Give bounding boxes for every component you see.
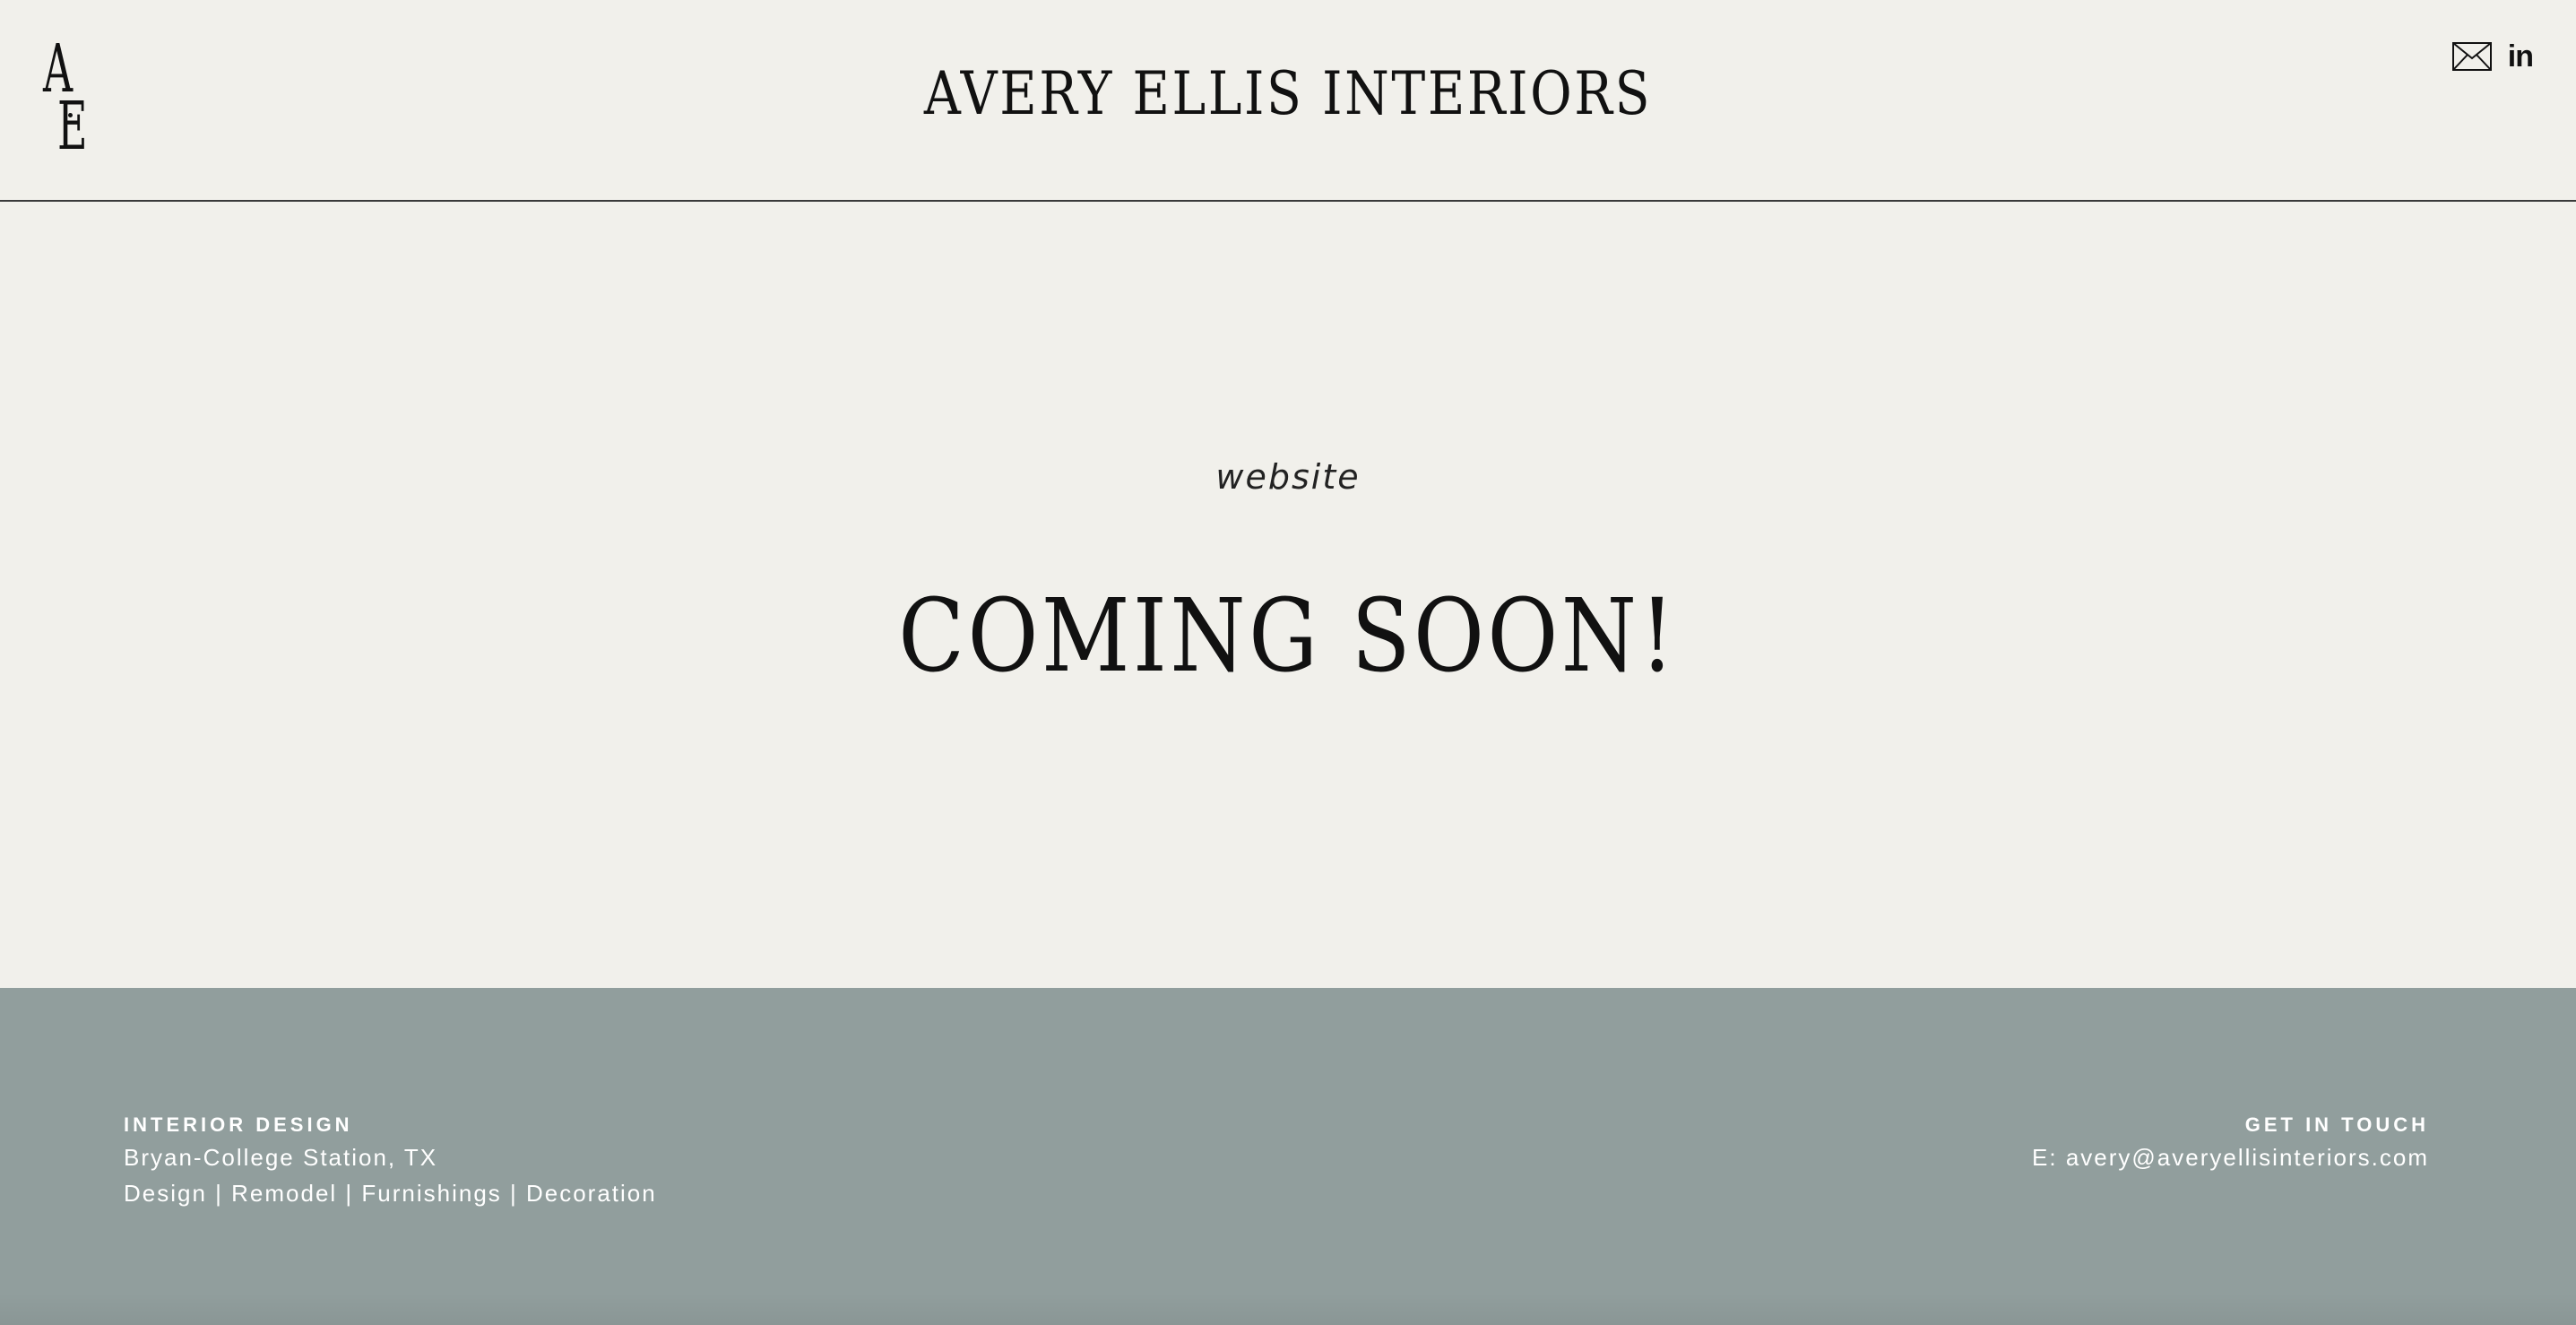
footer-services: Design | Remodel | Furnishings | Decorat… <box>124 1180 657 1207</box>
social-links: in <box>2451 41 2534 72</box>
footer-business-heading: INTERIOR DESIGN <box>124 1113 353 1136</box>
logo-letter-e: E <box>57 88 88 165</box>
main-content: website COMING SOON! <box>0 202 2576 988</box>
mail-icon[interactable] <box>2451 42 2492 71</box>
monogram-logo[interactable]: A E <box>39 36 102 161</box>
footer-contact-heading: GET IN TOUCH <box>2244 1113 2429 1136</box>
footer-contact: GET IN TOUCH E: avery@averyellisinterior… <box>2032 1112 2429 1174</box>
linkedin-icon[interactable]: in <box>2508 41 2534 72</box>
coming-soon-kicker: website <box>1215 457 1361 497</box>
site-footer: INTERIOR DESIGN Bryan-College Station, T… <box>0 988 2576 1325</box>
coming-soon-headline: COMING SOON! <box>898 578 1678 696</box>
footer-email-link[interactable]: E: avery@averyellisinteriors.com <box>2032 1140 2429 1174</box>
site-header: A E AVERY ELLIS INTERIORS in <box>0 0 2576 202</box>
footer-bottom-shade <box>0 1293 2576 1325</box>
footer-location: Bryan-College Station, TX <box>124 1144 438 1171</box>
footer-business-info: INTERIOR DESIGN Bryan-College Station, T… <box>124 1112 657 1210</box>
brand-title[interactable]: AVERY ELLIS INTERIORS <box>180 65 2396 124</box>
